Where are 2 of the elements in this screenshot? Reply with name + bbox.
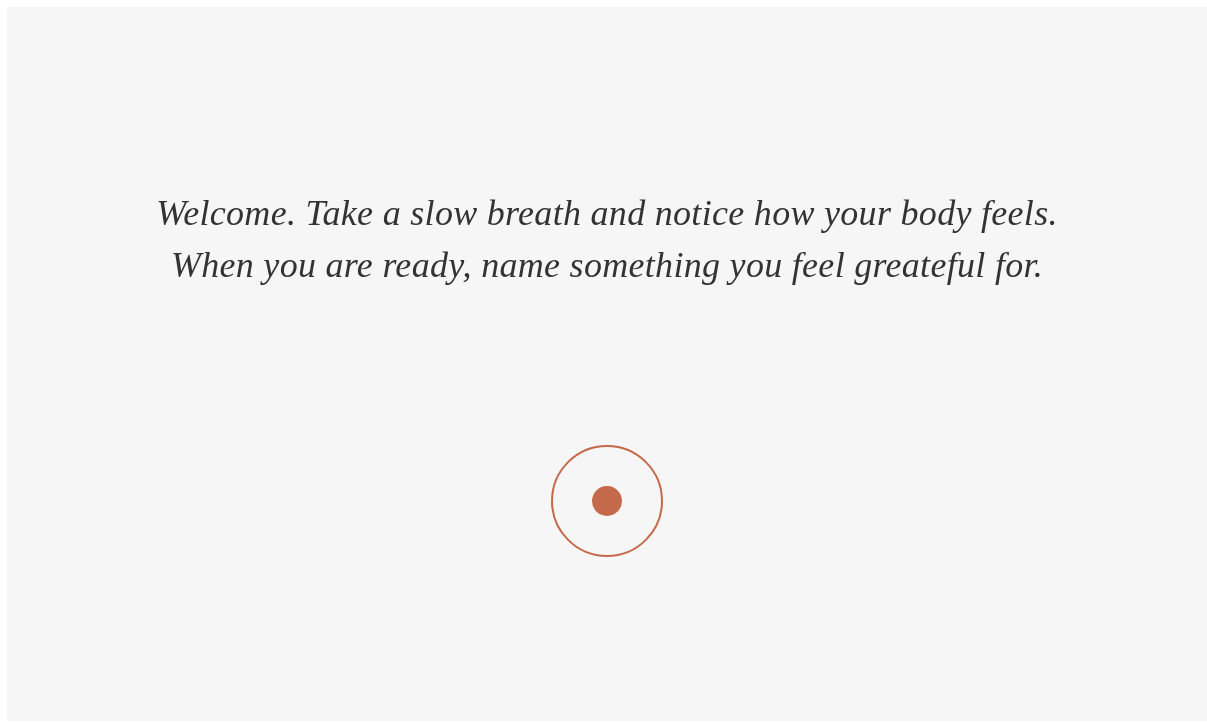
record-button[interactable] <box>551 445 663 557</box>
prompt-text: Welcome. Take a slow breath and notice how your body feels. When you are ready, name something you feel greateful for. <box>155 192 1059 287</box>
